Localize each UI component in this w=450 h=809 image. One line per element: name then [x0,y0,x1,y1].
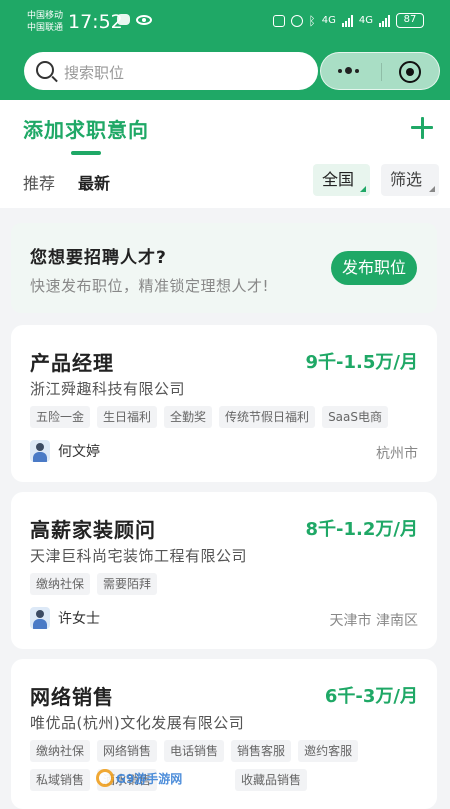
status-left-icons [117,14,152,25]
network-type-2: 4G [358,15,373,26]
company-name: 唯优品(杭州)文化发展有限公司 [30,714,245,732]
nfc-icon [272,14,285,27]
job-title: 高薪家装顾问 [30,518,156,542]
recruiter: 何文婷 [30,440,100,462]
filter-label: 筛选 [390,170,423,189]
job-card[interactable]: 网络销售 6千-3万/月 唯优品(杭州)文化发展有限公司 缴纳社保 网络销售 电… [11,659,437,809]
dropdown-triangle-icon [429,186,435,192]
job-salary: 9千-1.5万/月 [305,352,418,373]
region-filter-label: 全国 [322,170,355,189]
add-intent-title[interactable]: 添加求职意向 [23,114,149,143]
search-icon [36,61,54,79]
status-bar: 中国移动 中国联通 17:52 ᛒ 4G 4G 87 [0,0,450,44]
job-salary: 8千-1.2万/月 [305,519,418,540]
avatar [30,607,50,629]
banner-title: 您想要招聘人才? [30,248,167,268]
hire-banner: 您想要招聘人才? 快速发布职位，精准锁定理想人才! 发布职位 [11,223,437,313]
tag-list: 五险一金 生日福利 全勤奖 传统节假日福利 SaaS电商 [30,406,422,428]
job-title: 网络销售 [30,685,114,709]
job-location: 杭州市 [376,446,418,462]
tab-latest[interactable]: 最新 [78,170,110,194]
tag: 邀约客服 [298,740,359,762]
job-title: 产品经理 [30,351,114,375]
more-icon[interactable] [338,67,359,74]
tab-recommend[interactable]: 推荐 [23,170,55,194]
region-filter-button[interactable]: 全国 [313,164,370,196]
banner-subtitle: 快速发布职位，精准锁定理想人才! [30,277,270,295]
tag: 销售客服 [231,740,292,762]
tag: 生日福利 [97,406,158,428]
network-type-1: 4G [321,15,336,26]
status-time: 17:52 [68,11,123,33]
tag: 全勤奖 [164,406,213,428]
signal-2-icon [379,14,390,27]
wechat-icon [117,14,130,25]
tag: 五险一金 [30,406,91,428]
avatar [30,440,50,462]
tag: 私域销售 [30,769,91,791]
tag: 缴纳社保 [30,740,91,762]
company-name: 浙江舜趣科技有限公司 [30,380,186,398]
alarm-icon [290,14,303,27]
tag: 网络销售 [97,740,158,762]
company-name: 天津巨科尚宅装饰工程有限公司 [30,547,248,565]
tag: 传统节假日福利 [219,406,316,428]
watermark: G9游手游网 [96,769,182,787]
watermark-text: G9游手游网 [116,771,183,786]
eye-icon [136,14,152,25]
battery-icon: 87 [396,13,424,28]
tag: 收藏品销售 [235,769,308,791]
recruiter-name: 何文婷 [58,444,100,460]
active-tab-indicator [71,151,101,155]
bluetooth-icon: ᛒ [308,13,316,28]
tag-list: 缴纳社保 网络销售 电话销售 销售客服 邀约客服 私域销售 酒水销售 收藏品销售 [30,740,422,791]
tag: 需要陌拜 [97,573,158,595]
filter-button[interactable]: 筛选 [381,164,439,196]
search-input[interactable]: 搜索职位 [24,52,318,90]
miniprogram-capsule [320,52,440,90]
job-card[interactable]: 高薪家装顾问 8千-1.2万/月 天津巨科尚宅装饰工程有限公司 缴纳社保 需要陌… [11,492,437,649]
recruiter: 许女士 [30,607,100,629]
watermark-logo-icon [96,769,114,787]
add-intent-plus-icon[interactable] [411,117,433,139]
capsule-divider [381,63,382,81]
carrier-1: 中国移动 [27,11,64,21]
dropdown-triangle-icon [360,186,366,192]
job-salary: 6千-3万/月 [324,686,418,707]
status-right-icons: ᛒ 4G 4G 87 [272,13,424,28]
signal-1-icon [341,14,353,27]
recruiter-name: 许女士 [58,611,100,627]
tag: 电话销售 [164,740,225,762]
close-miniprogram-icon[interactable] [399,61,421,83]
carrier-2: 中国联通 [27,23,64,33]
tag: 缴纳社保 [30,573,91,595]
job-card[interactable]: 产品经理 9千-1.5万/月 浙江舜趣科技有限公司 五险一金 生日福利 全勤奖 … [11,325,437,482]
search-placeholder: 搜索职位 [64,64,125,82]
post-job-button[interactable]: 发布职位 [331,251,417,285]
carrier-info: 中国移动 中国联通 [27,10,63,34]
tag: SaaS电商 [322,406,389,428]
tag-list: 缴纳社保 需要陌拜 [30,573,422,595]
job-location: 天津市 津南区 [329,613,418,629]
